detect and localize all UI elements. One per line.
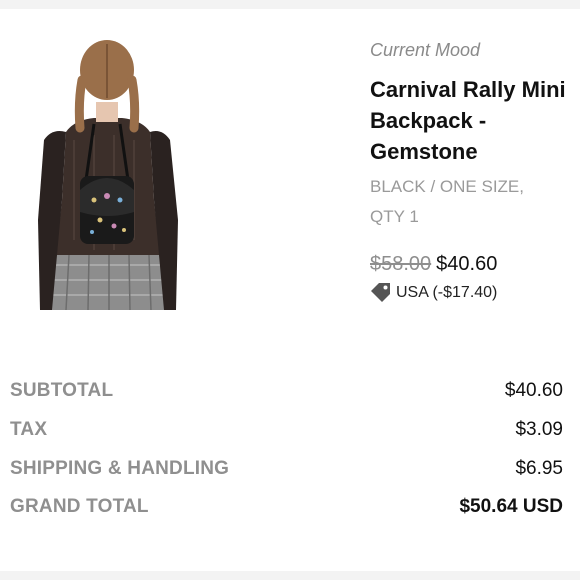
summary-row-grand-total: GRAND TOTAL $50.64 USD — [10, 496, 563, 526]
quantity-label: QTY 1 — [370, 207, 419, 226]
shipping-label: SHIPPING & HANDLING — [10, 458, 230, 479]
grand-total-value: $50.64 USD — [459, 496, 563, 517]
product-variant: BLACK / ONE SIZE, QTY 1 — [370, 172, 570, 232]
top-divider — [0, 0, 580, 9]
tax-value: $3.09 — [515, 419, 563, 440]
summary-row-subtotal: SUBTOTAL $40.60 — [10, 380, 563, 410]
grand-total-label: GRAND TOTAL — [10, 496, 149, 517]
discount-row: USA (-$17.40) — [370, 282, 497, 302]
original-price: $58.00 — [370, 253, 432, 275]
bottom-divider — [0, 571, 580, 580]
product-brand[interactable]: Current Mood — [370, 40, 480, 61]
discount-label: USA (-$17.40) — [396, 284, 498, 301]
price-tag-icon — [371, 283, 390, 302]
sale-price: $40.60 — [436, 253, 498, 275]
tax-label: TAX — [10, 419, 48, 440]
variant-label: BLACK / ONE SIZE, — [370, 177, 524, 196]
subtotal-label: SUBTOTAL — [10, 380, 114, 401]
shipping-value: $6.95 — [515, 458, 563, 479]
summary-row-tax: TAX $3.09 — [10, 419, 563, 449]
summary-row-shipping: SHIPPING & HANDLING $6.95 — [10, 458, 563, 488]
product-title[interactable]: Carnival Rally Mini Backpack - Gemstone — [370, 74, 570, 167]
price-row: $58.00 $40.60 — [370, 253, 497, 276]
product-image[interactable] — [34, 40, 180, 310]
subtotal-value: $40.60 — [504, 380, 563, 401]
